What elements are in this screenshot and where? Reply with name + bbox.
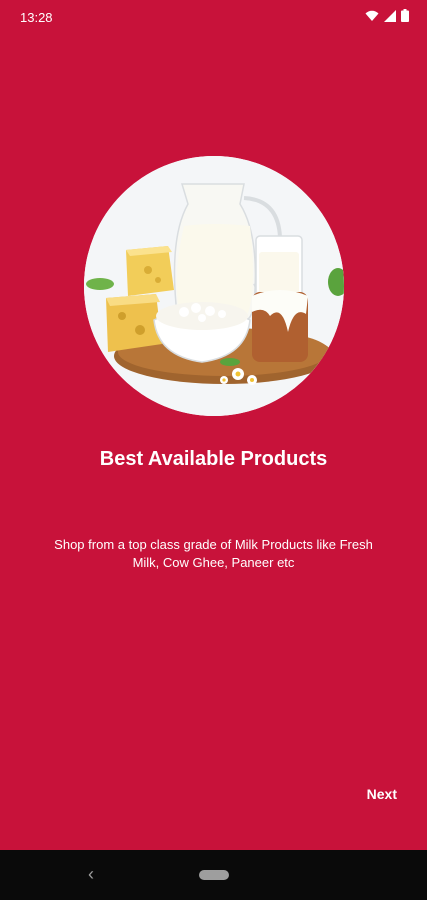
signal-icon <box>384 9 396 27</box>
battery-icon <box>401 9 409 27</box>
status-time: 13:28 <box>20 10 53 25</box>
home-pill-icon[interactable] <box>199 870 229 880</box>
onboarding-description: Shop from a top class grade of Milk Prod… <box>54 537 373 570</box>
status-icons <box>365 9 409 27</box>
next-button[interactable]: Next <box>367 786 397 802</box>
onboarding-title: Best Available Products <box>99 448 328 470</box>
hero-image <box>84 156 344 416</box>
status-bar: 13:28 <box>0 0 427 36</box>
navigation-bar: ‹ <box>0 850 427 900</box>
back-chevron-icon[interactable]: ‹ <box>88 864 94 885</box>
wifi-icon <box>365 9 379 27</box>
dairy-products-illustration <box>84 156 344 416</box>
